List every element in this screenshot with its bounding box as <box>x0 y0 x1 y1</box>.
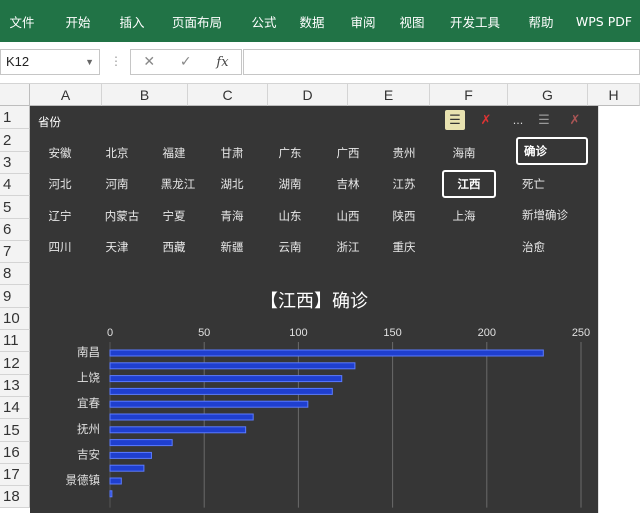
bar <box>109 426 247 434</box>
row-header-6[interactable]: 6 <box>0 219 30 241</box>
row-header-8[interactable]: 8 <box>0 263 30 285</box>
x-tick-label: 100 <box>289 327 307 339</box>
x-tick-label: 150 <box>383 327 401 339</box>
category-label: 抚州 <box>77 422 100 436</box>
row-header-4[interactable]: 4 <box>0 174 30 196</box>
tab-developer[interactable]: 开发工具 <box>436 0 514 42</box>
formula-bar: K12 ▼ ⋮ ✕ ✓ fx <box>0 42 640 84</box>
enter-icon[interactable]: ✓ <box>180 54 192 70</box>
row-header-2[interactable]: 2 <box>0 129 30 152</box>
row-header-17[interactable]: 17 <box>0 464 30 486</box>
tab-view[interactable]: 视图 <box>388 0 436 42</box>
column-header-d[interactable]: D <box>268 84 348 106</box>
bar-chart: 0 50 100 150 200 250 南昌上饶宜春抚州吉安景德镇 <box>66 327 590 508</box>
chevron-down-icon[interactable]: ▼ <box>85 50 94 74</box>
row-header-7[interactable]: 7 <box>0 241 30 263</box>
category-label: 上饶 <box>77 371 100 385</box>
tab-wps-pdf[interactable]: WPS PDF <box>568 0 640 42</box>
column-header-c[interactable]: C <box>188 84 268 106</box>
row-header-14[interactable]: 14 <box>0 397 30 419</box>
name-box[interactable]: K12 ▼ <box>0 49 100 75</box>
insert-function-icon[interactable]: fx <box>216 55 228 70</box>
x-tick-label: 50 <box>198 327 210 339</box>
bar <box>109 413 254 421</box>
x-tick-label: 200 <box>478 327 496 339</box>
bar <box>109 349 544 357</box>
select-all-corner[interactable] <box>0 84 30 106</box>
category-label: 宜春 <box>77 396 100 410</box>
cancel-icon[interactable]: ✕ <box>143 54 155 70</box>
column-header-a[interactable]: A <box>30 84 102 106</box>
tab-review[interactable]: 审阅 <box>338 0 388 42</box>
row-header-1[interactable]: 1 <box>0 106 30 129</box>
row-header-5[interactable]: 5 <box>0 196 30 219</box>
column-header-b[interactable]: B <box>102 84 188 106</box>
gridline <box>598 106 599 513</box>
column-header-h[interactable]: H <box>588 84 640 106</box>
row-header-13[interactable]: 13 <box>0 375 30 397</box>
bar <box>109 375 343 383</box>
tab-page-layout[interactable]: 页面布局 <box>152 0 242 42</box>
column-header-e[interactable]: E <box>348 84 430 106</box>
category-label: 吉安 <box>77 447 100 461</box>
row-header-9[interactable]: 9 <box>0 285 30 308</box>
tab-data[interactable]: 数据 <box>286 0 338 42</box>
tab-home[interactable]: 开始 <box>44 0 112 42</box>
formula-input[interactable] <box>243 49 640 75</box>
formula-buttons: ✕ ✓ fx <box>130 49 242 75</box>
column-header-f[interactable]: F <box>430 84 508 106</box>
row-header-15[interactable]: 15 <box>0 419 30 442</box>
name-box-value: K12 <box>6 54 30 69</box>
row-header-11[interactable]: 11 <box>0 330 30 352</box>
row-header-16[interactable]: 16 <box>0 442 30 464</box>
tab-file[interactable]: 文件 <box>0 0 44 42</box>
row-header-10[interactable]: 10 <box>0 308 30 330</box>
tab-formulas[interactable]: 公式 <box>242 0 286 42</box>
category-label: 南昌 <box>77 345 100 359</box>
dashboard-panel: 省份 ☰ ✗ 安徽 北京 福建 甘肃 广东 广西 贵州 海南 河北 河南 黑龙江… <box>30 106 598 513</box>
ribbon: 文件 开始 插入 页面布局 公式 数据 审阅 视图 开发工具 帮助 WPS PD… <box>0 0 640 42</box>
bar <box>109 439 173 447</box>
row-header-3[interactable]: 3 <box>0 152 30 174</box>
bar <box>109 400 309 408</box>
tab-help[interactable]: 帮助 <box>514 0 568 42</box>
x-tick-label: 250 <box>572 327 590 339</box>
x-tick-label: 0 <box>107 327 113 339</box>
tab-insert[interactable]: 插入 <box>112 0 152 42</box>
bar <box>109 477 122 485</box>
bar <box>109 387 333 395</box>
bar <box>109 464 145 472</box>
category-label: 景德镇 <box>66 473 101 487</box>
drag-handle-icon[interactable]: ⋮ <box>110 54 122 68</box>
row-header-18[interactable]: 18 <box>0 486 30 508</box>
row-header-12[interactable]: 12 <box>0 352 30 375</box>
bar <box>109 490 113 498</box>
column-header-g[interactable]: G <box>508 84 588 106</box>
bar <box>109 362 356 370</box>
bar <box>109 451 152 459</box>
